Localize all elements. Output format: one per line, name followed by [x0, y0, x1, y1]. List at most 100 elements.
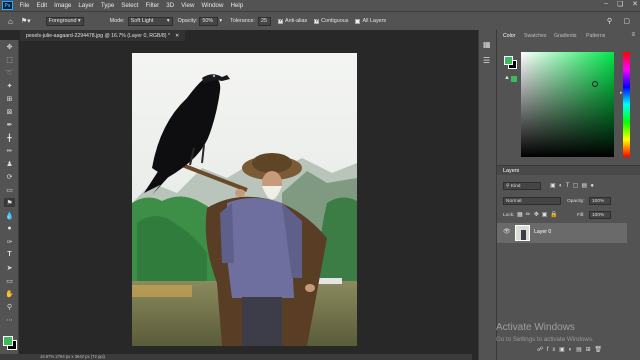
type-tool-icon[interactable]: T: [4, 250, 15, 259]
antialias-checkbox[interactable]: [278, 18, 283, 24]
status-bar: 16.67% 2794 px x 3642 px (72 ppi): [0, 354, 472, 360]
dodge-tool-icon[interactable]: ●: [4, 224, 15, 233]
lock-position-icon[interactable]: ✥: [534, 212, 542, 218]
document-tab[interactable]: pexels-julie-aagaard-2294478.jpg @ 16.7%…: [20, 30, 185, 41]
close-icon[interactable]: ✕: [632, 0, 638, 8]
menu-type[interactable]: Type: [97, 2, 117, 9]
layer-thumbnail[interactable]: [515, 225, 530, 241]
type-filter-icon[interactable]: T: [566, 183, 573, 189]
tab-color[interactable]: Color: [503, 33, 515, 39]
menu-view[interactable]: View: [178, 2, 198, 9]
layer-blend-mode-dropdown[interactable]: Normal: [503, 197, 561, 205]
quick-select-tool-icon[interactable]: ✦: [4, 81, 15, 90]
tolerance-input[interactable]: 25: [258, 16, 271, 26]
paint-bucket-preset-icon[interactable]: ⚑▾: [21, 17, 31, 25]
clone-stamp-tool-icon[interactable]: ♟: [4, 159, 15, 168]
lock-image-icon[interactable]: ✏: [526, 212, 534, 218]
hand-tool-icon[interactable]: ✋: [4, 289, 15, 298]
lock-icons: ▦✏✥▣🔒: [517, 211, 561, 218]
path-select-tool-icon[interactable]: ➤: [4, 263, 15, 272]
delete-layer-icon[interactable]: 🗑: [594, 347, 605, 353]
lock-all-icon[interactable]: 🔒: [550, 212, 560, 218]
foreground-color-swatch[interactable]: [3, 336, 13, 346]
opacity-input[interactable]: 50%: [199, 16, 219, 26]
home-icon[interactable]: ⌂: [8, 17, 13, 26]
layer-fill-input[interactable]: 100%: [589, 211, 611, 219]
panel-foreground-swatch[interactable]: [504, 56, 513, 65]
eyedropper-tool-icon[interactable]: ✒: [4, 120, 15, 129]
history-brush-tool-icon[interactable]: ⟳: [4, 172, 15, 181]
marquee-tool-icon[interactable]: ⬚: [4, 55, 15, 64]
menu-window[interactable]: Window: [198, 2, 227, 9]
fill-source-dropdown[interactable]: Foreground ▾: [45, 16, 84, 26]
status-text: 16.67% 2794 px x 3642 px (72 ppi): [40, 354, 105, 359]
menu-help[interactable]: Help: [227, 2, 247, 9]
hue-slider-handle[interactable]: ▸: [620, 90, 623, 96]
menu-3d[interactable]: 3D: [163, 2, 178, 9]
visibility-eye-icon[interactable]: 👁: [503, 228, 511, 235]
menu-select[interactable]: Select: [118, 2, 142, 9]
fill-source-value: Foreground: [48, 18, 77, 24]
layer-opacity-input[interactable]: 100%: [589, 197, 611, 205]
eraser-tool-icon[interactable]: ▭: [4, 185, 15, 194]
warning-icon[interactable]: ▲: [504, 75, 510, 81]
healing-brush-tool-icon[interactable]: ╋: [4, 133, 15, 142]
restore-icon[interactable]: ❏: [617, 0, 623, 8]
tab-swatches[interactable]: Swatches: [524, 33, 547, 39]
adjustment-filter-icon[interactable]: ◐: [559, 183, 566, 189]
smart-object-filter-icon[interactable]: ▤: [581, 183, 590, 189]
adjustment-layer-icon[interactable]: ◐: [569, 347, 576, 353]
contiguous-checkbox[interactable]: [314, 18, 319, 24]
lasso-tool-icon[interactable]: ➰: [4, 68, 15, 77]
panel-menu-icon[interactable]: ≡: [631, 32, 635, 38]
hue-slider[interactable]: [623, 52, 630, 157]
layers-panel-title[interactable]: Layers: [503, 168, 519, 174]
close-tab-icon[interactable]: ✕: [175, 33, 179, 39]
tab-gradients[interactable]: Gradients: [554, 33, 577, 39]
link-layers-icon[interactable]: ☍: [537, 347, 547, 353]
zoom-tool-icon[interactable]: ⚲: [4, 302, 15, 311]
rectangle-tool-icon[interactable]: ▭: [4, 276, 15, 285]
menu-filter[interactable]: Filter: [142, 2, 163, 9]
activate-windows-subtitle: Go to Settings to activate Windows.: [496, 336, 594, 343]
add-mask-icon[interactable]: ▣: [559, 347, 568, 353]
new-group-icon[interactable]: ▤: [576, 347, 585, 353]
layer-name[interactable]: Layer 0: [534, 229, 551, 235]
web-safe-swatch[interactable]: [511, 76, 517, 82]
menu-edit[interactable]: Edit: [33, 2, 51, 9]
minimize-icon[interactable]: –: [604, 0, 608, 8]
blend-mode-dropdown[interactable]: Soft Light ▾: [127, 16, 173, 26]
frame-tool-icon[interactable]: ⊠: [4, 107, 15, 116]
menu-layer[interactable]: Layer: [75, 2, 97, 9]
crop-tool-icon[interactable]: ⊞: [4, 94, 15, 103]
properties-panel-icon[interactable]: ☰: [483, 56, 490, 65]
layer-row[interactable]: 👁 Layer 0: [497, 223, 627, 243]
all-layers-checkbox[interactable]: [355, 18, 361, 24]
workspace-icon[interactable]: ▢: [623, 17, 630, 25]
layers-panel-footer: ☍fx▣◐▤⊞🗑: [537, 346, 606, 353]
document-canvas[interactable]: [132, 53, 357, 346]
chevron-down-icon[interactable]: ▾: [219, 18, 222, 24]
paint-bucket-tool-icon[interactable]: ⚑: [4, 198, 15, 207]
history-panel-icon[interactable]: ▦: [483, 40, 491, 49]
pixel-filter-icon[interactable]: ▣: [550, 183, 559, 189]
color-field[interactable]: [521, 52, 614, 157]
layer-style-icon[interactable]: fx: [547, 347, 559, 353]
layer-filter-dropdown[interactable]: ⚲ Kind: [503, 182, 541, 190]
tab-patterns[interactable]: Patterns: [586, 33, 605, 39]
chevron-down-icon: ▾: [77, 18, 81, 24]
brush-tool-icon[interactable]: ✏: [4, 146, 15, 155]
blur-tool-icon[interactable]: 💧: [4, 211, 15, 220]
lock-transparent-icon[interactable]: ▦: [517, 212, 526, 218]
filter-toggle-icon[interactable]: ●: [590, 183, 597, 189]
menu-image[interactable]: Image: [51, 2, 75, 9]
color-picker-ring[interactable]: [592, 81, 598, 87]
menu-file[interactable]: File: [16, 2, 33, 9]
search-icon[interactable]: ⚲: [607, 17, 612, 25]
mode-label: Mode:: [109, 18, 125, 24]
move-tool-icon[interactable]: ✥: [4, 42, 15, 51]
more-tools-icon[interactable]: ⋯: [4, 315, 15, 324]
layer-blend-mode-value: Normal: [506, 198, 522, 204]
opacity-label: Opacity:: [177, 18, 198, 24]
pen-tool-icon[interactable]: ✑: [4, 237, 15, 246]
